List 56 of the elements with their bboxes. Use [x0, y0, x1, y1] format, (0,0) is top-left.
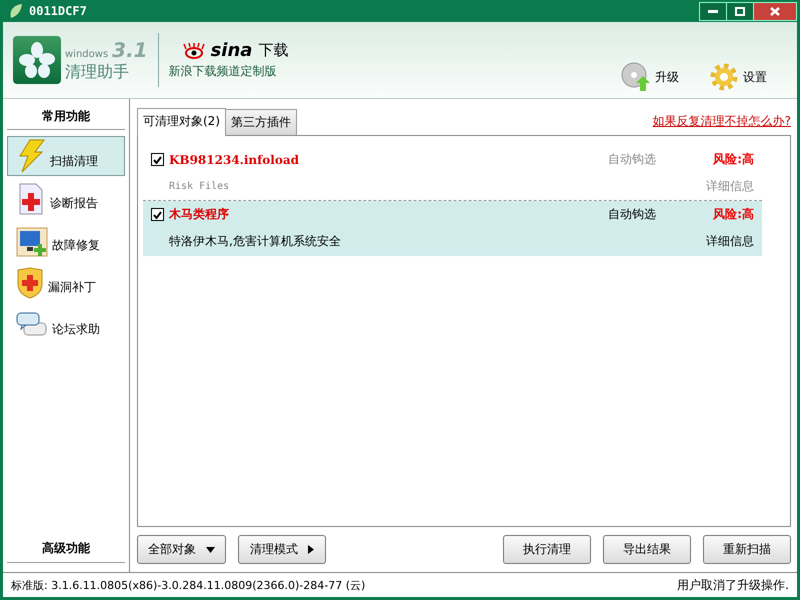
section-title: 高级功能	[7, 534, 125, 563]
action-button[interactable]: 重新扫描	[703, 535, 791, 564]
risk-label: 风险:高	[712, 151, 754, 168]
result-row[interactable]: 木马类程序 自动钩选 风险:高 特洛伊木马,危害计算机系统安全 详细信息	[143, 201, 762, 256]
item-description: Risk Files	[169, 181, 230, 192]
version-text: 标准版: 3.1.6.11.0805(x86)-3.0.284.11.0809(2366.0)-284-77 (云)	[11, 578, 366, 592]
upgrade-button[interactable]: 升级	[621, 62, 679, 92]
brand-label: 下载	[258, 41, 288, 60]
tab[interactable]: 第三方插件	[225, 109, 297, 135]
risk-label: 风险:高	[712, 206, 754, 223]
maximize-button[interactable]	[726, 2, 754, 20]
sidebar-item[interactable]: 论坛求助	[7, 304, 125, 344]
sidebar-item[interactable]: 诊断报告	[7, 178, 125, 218]
dropdown-button[interactable]: 全部对象	[137, 535, 226, 564]
details-link[interactable]: 详细信息	[698, 178, 754, 195]
shield-icon	[16, 267, 44, 299]
item-name: KB981234.infoload	[169, 152, 300, 166]
item-name: 木马类程序	[169, 206, 230, 223]
settings-button[interactable]: 设置	[709, 62, 767, 92]
help-link[interactable]: 如果反复清理不掉怎么办?	[652, 113, 791, 135]
action-button[interactable]: 执行清理	[503, 535, 591, 564]
checkbox[interactable]	[151, 153, 164, 166]
menu-button[interactable]: 清理模式	[238, 535, 326, 564]
close-icon	[770, 6, 780, 16]
monitor-icon	[16, 227, 48, 257]
auto-select-label: 自动钩选	[608, 151, 657, 168]
eye-icon	[182, 42, 205, 58]
caret-right-icon	[308, 545, 314, 554]
tab[interactable]: 可清理对象(2)	[137, 108, 226, 136]
flower-logo-icon	[13, 36, 61, 84]
auto-select-label: 自动钩选	[608, 206, 657, 223]
disc-arrow-icon	[621, 62, 651, 92]
window-title: 0011DCF7	[29, 4, 87, 18]
sidebar-item[interactable]: 扫描清理	[7, 136, 125, 176]
app-name: 清理助手	[65, 62, 130, 82]
logo-version: 3.1	[112, 38, 148, 62]
gear-icon	[709, 62, 739, 92]
brand-name: sina	[210, 40, 252, 61]
action-button[interactable]: 导出结果	[603, 535, 691, 564]
brand-caption: 新浪下载频道定制版	[168, 63, 278, 80]
checkmark-icon	[153, 210, 162, 218]
maximize-icon	[735, 6, 745, 16]
status-message: 用户取消了升级操作.	[677, 576, 789, 594]
sidebar-item[interactable]: 漏洞补丁	[7, 262, 125, 302]
section-title: 常用功能	[41, 108, 91, 125]
leaf-icon	[9, 3, 23, 19]
minimize-button[interactable]	[699, 2, 727, 20]
item-description: 特洛伊木马,危害计算机系统安全	[169, 233, 342, 250]
checkmark-icon	[153, 156, 162, 164]
logo-text: windows	[65, 48, 108, 60]
close-button[interactable]	[753, 2, 797, 20]
minimize-icon	[708, 10, 718, 12]
details-link[interactable]: 详细信息	[698, 233, 754, 250]
checkbox[interactable]	[151, 208, 164, 221]
sidebar-item[interactable]: 故障修复	[7, 220, 125, 260]
caret-down-icon	[206, 546, 215, 552]
